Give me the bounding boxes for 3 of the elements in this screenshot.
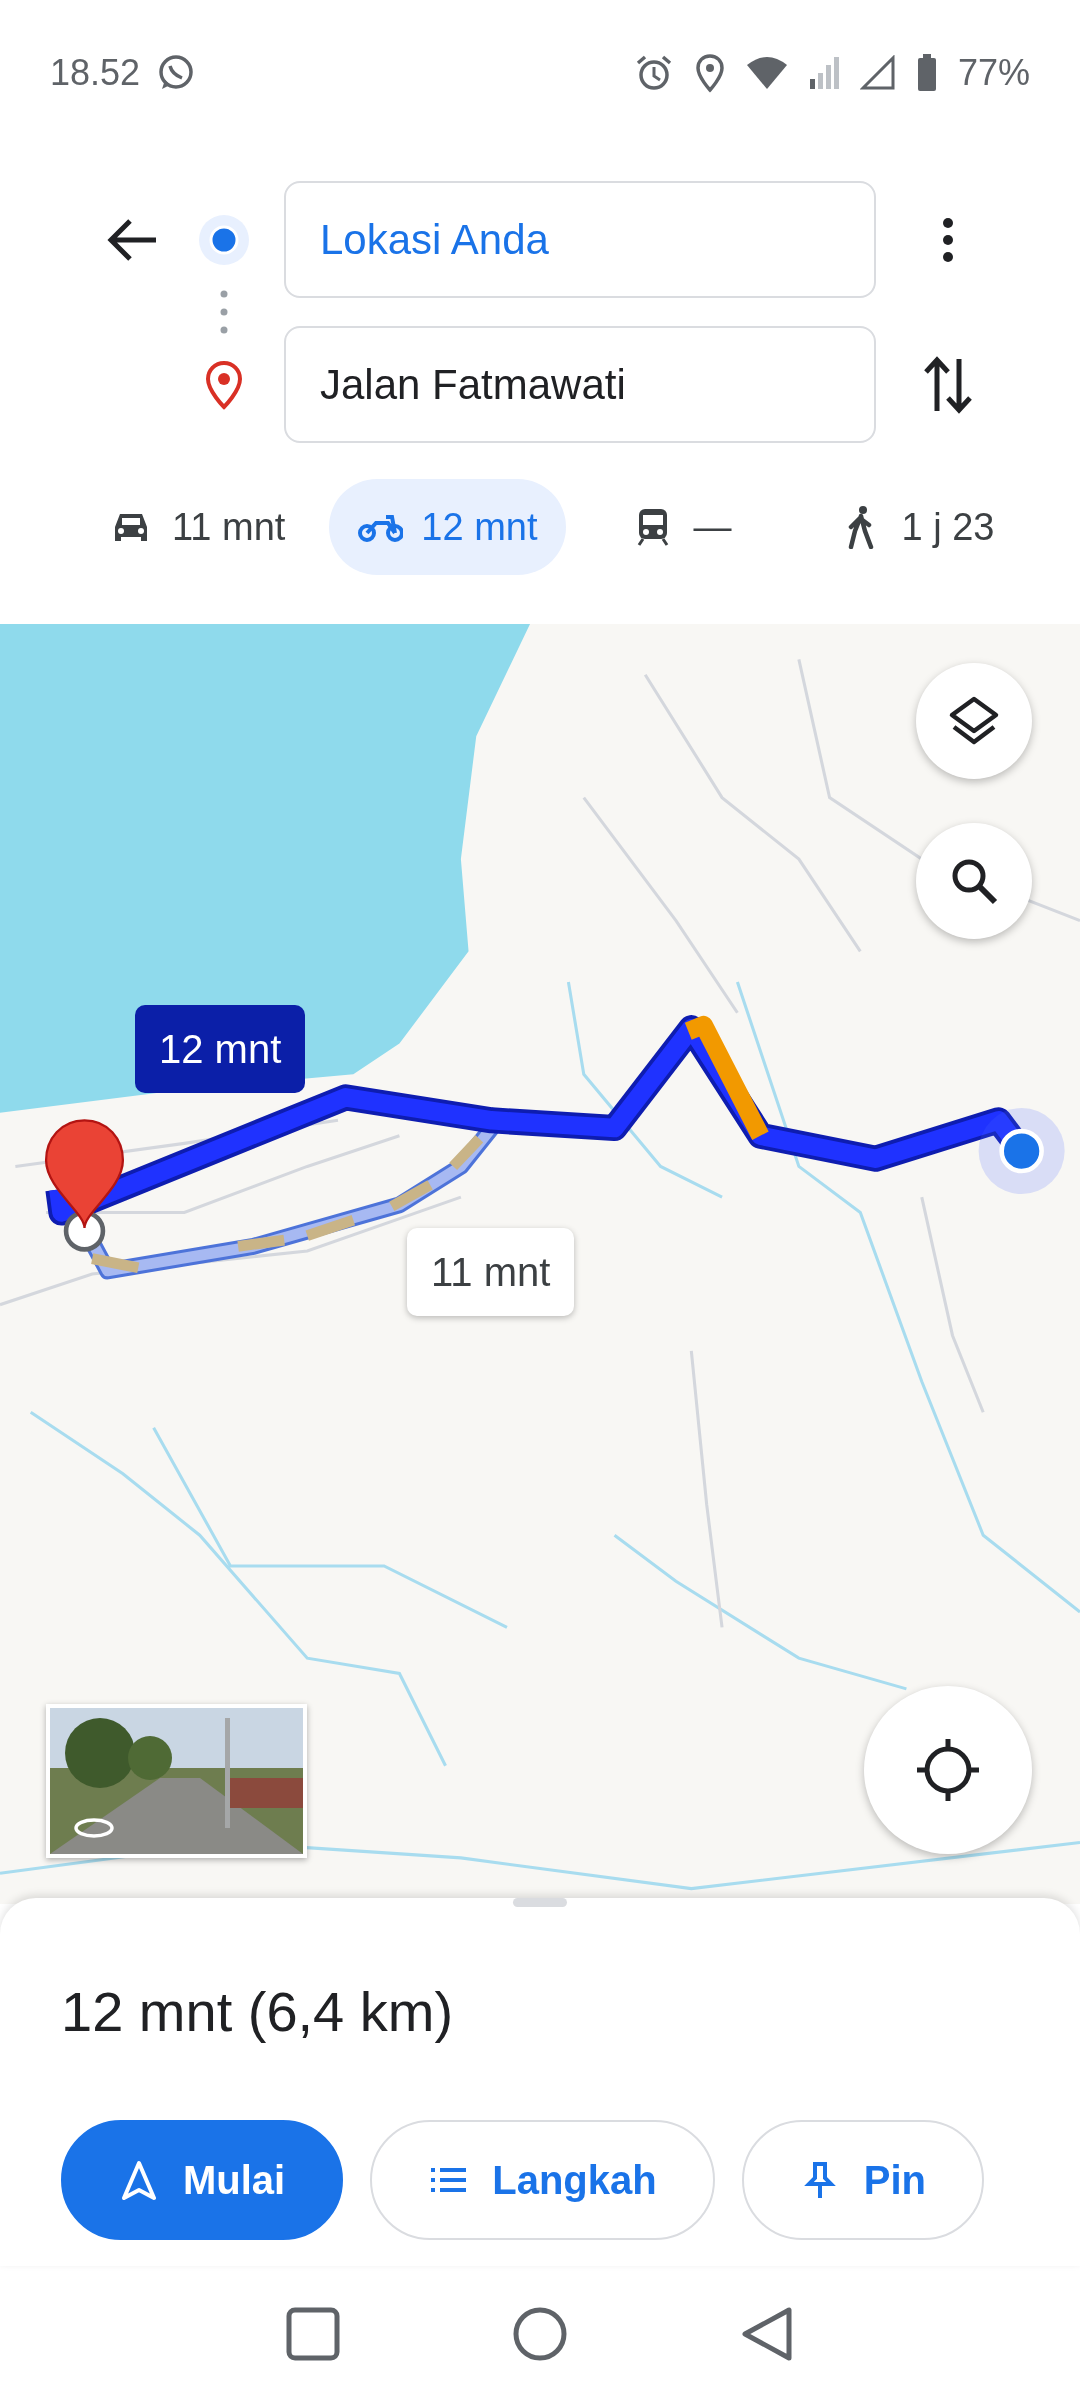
route-summary: 12 mnt (6,4 km) bbox=[61, 1979, 455, 2045]
battery-percentage: 77% bbox=[957, 50, 1030, 95]
clock-time: 18.52 bbox=[50, 50, 141, 95]
